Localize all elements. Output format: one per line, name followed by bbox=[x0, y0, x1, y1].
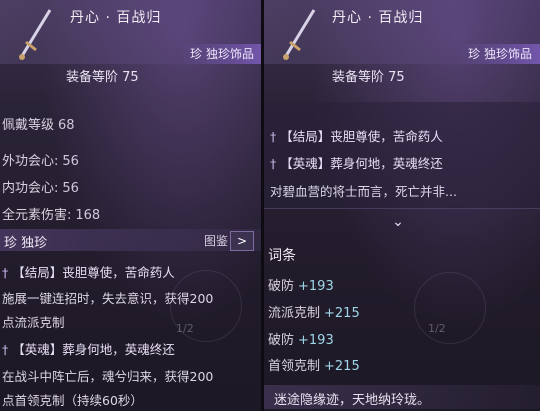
effect-line: 在战斗中阵亡后，魂兮归来，获得200 bbox=[2, 369, 214, 384]
effect-line: 施展一键连招时，失去意识，获得200 bbox=[2, 291, 214, 306]
gear-level: 装备等阶 75 bbox=[66, 70, 139, 85]
attributes-title: 词条 bbox=[268, 248, 296, 264]
tujian-link[interactable]: 图鉴 bbox=[204, 232, 228, 249]
sword-icon bbox=[19, 9, 52, 60]
item-tooltip-right: 丹心 · 百战归 珍 独珍饰品 装备等阶 75 † 【结局】丧胆尊使，苦命药人 †… bbox=[264, 0, 540, 411]
effect-line: † 【结局】丧胆尊使，苦命药人 bbox=[270, 129, 443, 144]
expand-arrow-button[interactable]: > bbox=[230, 231, 254, 251]
effect-line: 对碧血营的将士而言，死亡并非... bbox=[270, 184, 457, 199]
chevron-down-icon[interactable]: ⌄ bbox=[388, 214, 408, 230]
stat-wear-level: 佩戴等级 68 bbox=[2, 118, 75, 133]
attribute-row: 首领克制 +215 bbox=[268, 359, 360, 374]
item-title: 丹心 · 百战归 bbox=[70, 10, 162, 26]
item-tooltip-left: 丹心 · 百战归 珍 独珍饰品 装备等阶 75 佩戴等级 68 外功会心: 56 内… bbox=[0, 0, 262, 411]
section-title: 珍 独珍 bbox=[4, 236, 48, 251]
item-title: 丹心 · 百战归 bbox=[332, 10, 424, 26]
pager: 1/2 bbox=[176, 322, 194, 335]
section-header: 珍 独珍 图鉴 > bbox=[0, 229, 262, 251]
attribute-row: 破防 +193 bbox=[268, 333, 334, 348]
flavor-text: 迷途隐缘迹，天地纳玲珑。 bbox=[274, 393, 431, 408]
attribute-row: 破防 +193 bbox=[268, 279, 334, 294]
stat-outer-crit: 外功会心: 56 bbox=[2, 154, 79, 169]
stat-inner-crit: 内功会心: 56 bbox=[2, 181, 79, 196]
attribute-row: 流派克制 +215 bbox=[268, 306, 360, 321]
gear-level: 装备等阶 75 bbox=[332, 70, 405, 85]
pager: 1/2 bbox=[428, 322, 446, 335]
effect-line: 点流派克制 bbox=[2, 315, 65, 330]
rank-label: 珍 独珍饰品 bbox=[458, 44, 540, 64]
rank-label: 珍 独珍饰品 bbox=[180, 44, 262, 64]
effect-line: 点首领克制（持续60秒） bbox=[2, 393, 143, 408]
stat-elem-damage: 全元素伤害: 168 bbox=[2, 208, 101, 223]
effect-line: † 【结局】丧胆尊使，苦命药人 bbox=[2, 265, 175, 280]
effect-line: † 【英魂】葬身何地，英魂终还 bbox=[2, 342, 175, 357]
flavor-text-bar: 迷途隐缘迹，天地纳玲珑。 bbox=[264, 385, 540, 409]
sword-icon bbox=[283, 9, 316, 60]
effect-line: † 【英魂】葬身何地，英魂终还 bbox=[270, 156, 443, 171]
decorative-ring bbox=[414, 272, 486, 344]
